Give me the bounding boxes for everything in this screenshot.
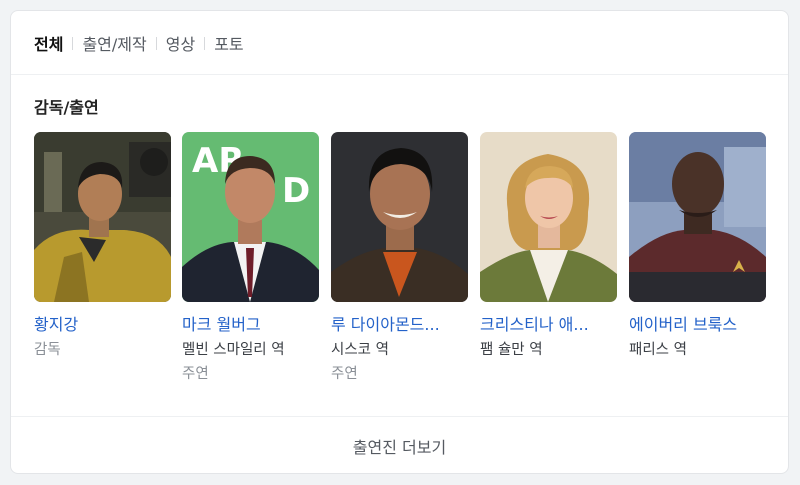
svg-text:D: D: [282, 171, 310, 211]
actor-portrait: [480, 132, 617, 302]
tabs-divider: [11, 74, 788, 75]
person-name[interactable]: 에이버리 브룩스: [629, 315, 766, 335]
person-name[interactable]: 크리스티나 애...: [480, 315, 617, 335]
person-card[interactable]: AR D 마크 월버그 멜빈 스마일리 역 주연: [182, 132, 319, 384]
person-position: 주연: [182, 366, 209, 382]
person-name[interactable]: 마크 월버그: [182, 315, 319, 335]
person-role: 멜빈 스마일리 역: [182, 342, 285, 358]
actor-portrait: [629, 132, 766, 302]
person-card[interactable]: 에이버리 브룩스 패리스 역: [629, 132, 766, 360]
person-position: 감독: [34, 342, 61, 358]
person-photo[interactable]: [480, 132, 617, 302]
person-card[interactable]: 크리스티나 애... 팸 슐만 역: [480, 132, 617, 360]
cast-card: 전체 출연/제작 영상 포토 감독/출연 황지강 감독 AR D 마크 월버그 …: [10, 10, 789, 474]
person-photo[interactable]: AR D: [182, 132, 319, 302]
person-photo[interactable]: [34, 132, 171, 302]
tab-bar: 전체 출연/제작 영상 포토: [34, 31, 244, 55]
tab-video[interactable]: 영상: [166, 31, 195, 55]
section-title: 감독/출연: [34, 98, 99, 117]
person-name[interactable]: 황지강: [34, 315, 171, 335]
tab-separator: [72, 36, 74, 50]
person-photo[interactable]: [331, 132, 468, 302]
actor-portrait: AR D: [182, 132, 319, 302]
tab-separator: [155, 36, 157, 50]
person-role: 패리스 역: [629, 342, 687, 358]
more-cast-button[interactable]: 출연진 더보기: [11, 416, 788, 473]
tab-separator: [204, 36, 206, 50]
person-photo[interactable]: [629, 132, 766, 302]
person-role: 시스코 역: [331, 342, 389, 358]
person-role: 팸 슐만 역: [480, 342, 543, 358]
person-name[interactable]: 루 다이아몬드...: [331, 315, 468, 335]
tab-all[interactable]: 전체: [34, 31, 63, 55]
actor-portrait: [331, 132, 468, 302]
director-portrait: [34, 132, 171, 302]
tab-cast-production[interactable]: 출연/제작: [82, 31, 146, 55]
person-card[interactable]: 황지강 감독: [34, 132, 171, 360]
tab-photo[interactable]: 포토: [214, 31, 243, 55]
person-position: 주연: [331, 366, 358, 382]
person-card[interactable]: 루 다이아몬드... 시스코 역 주연: [331, 132, 468, 384]
